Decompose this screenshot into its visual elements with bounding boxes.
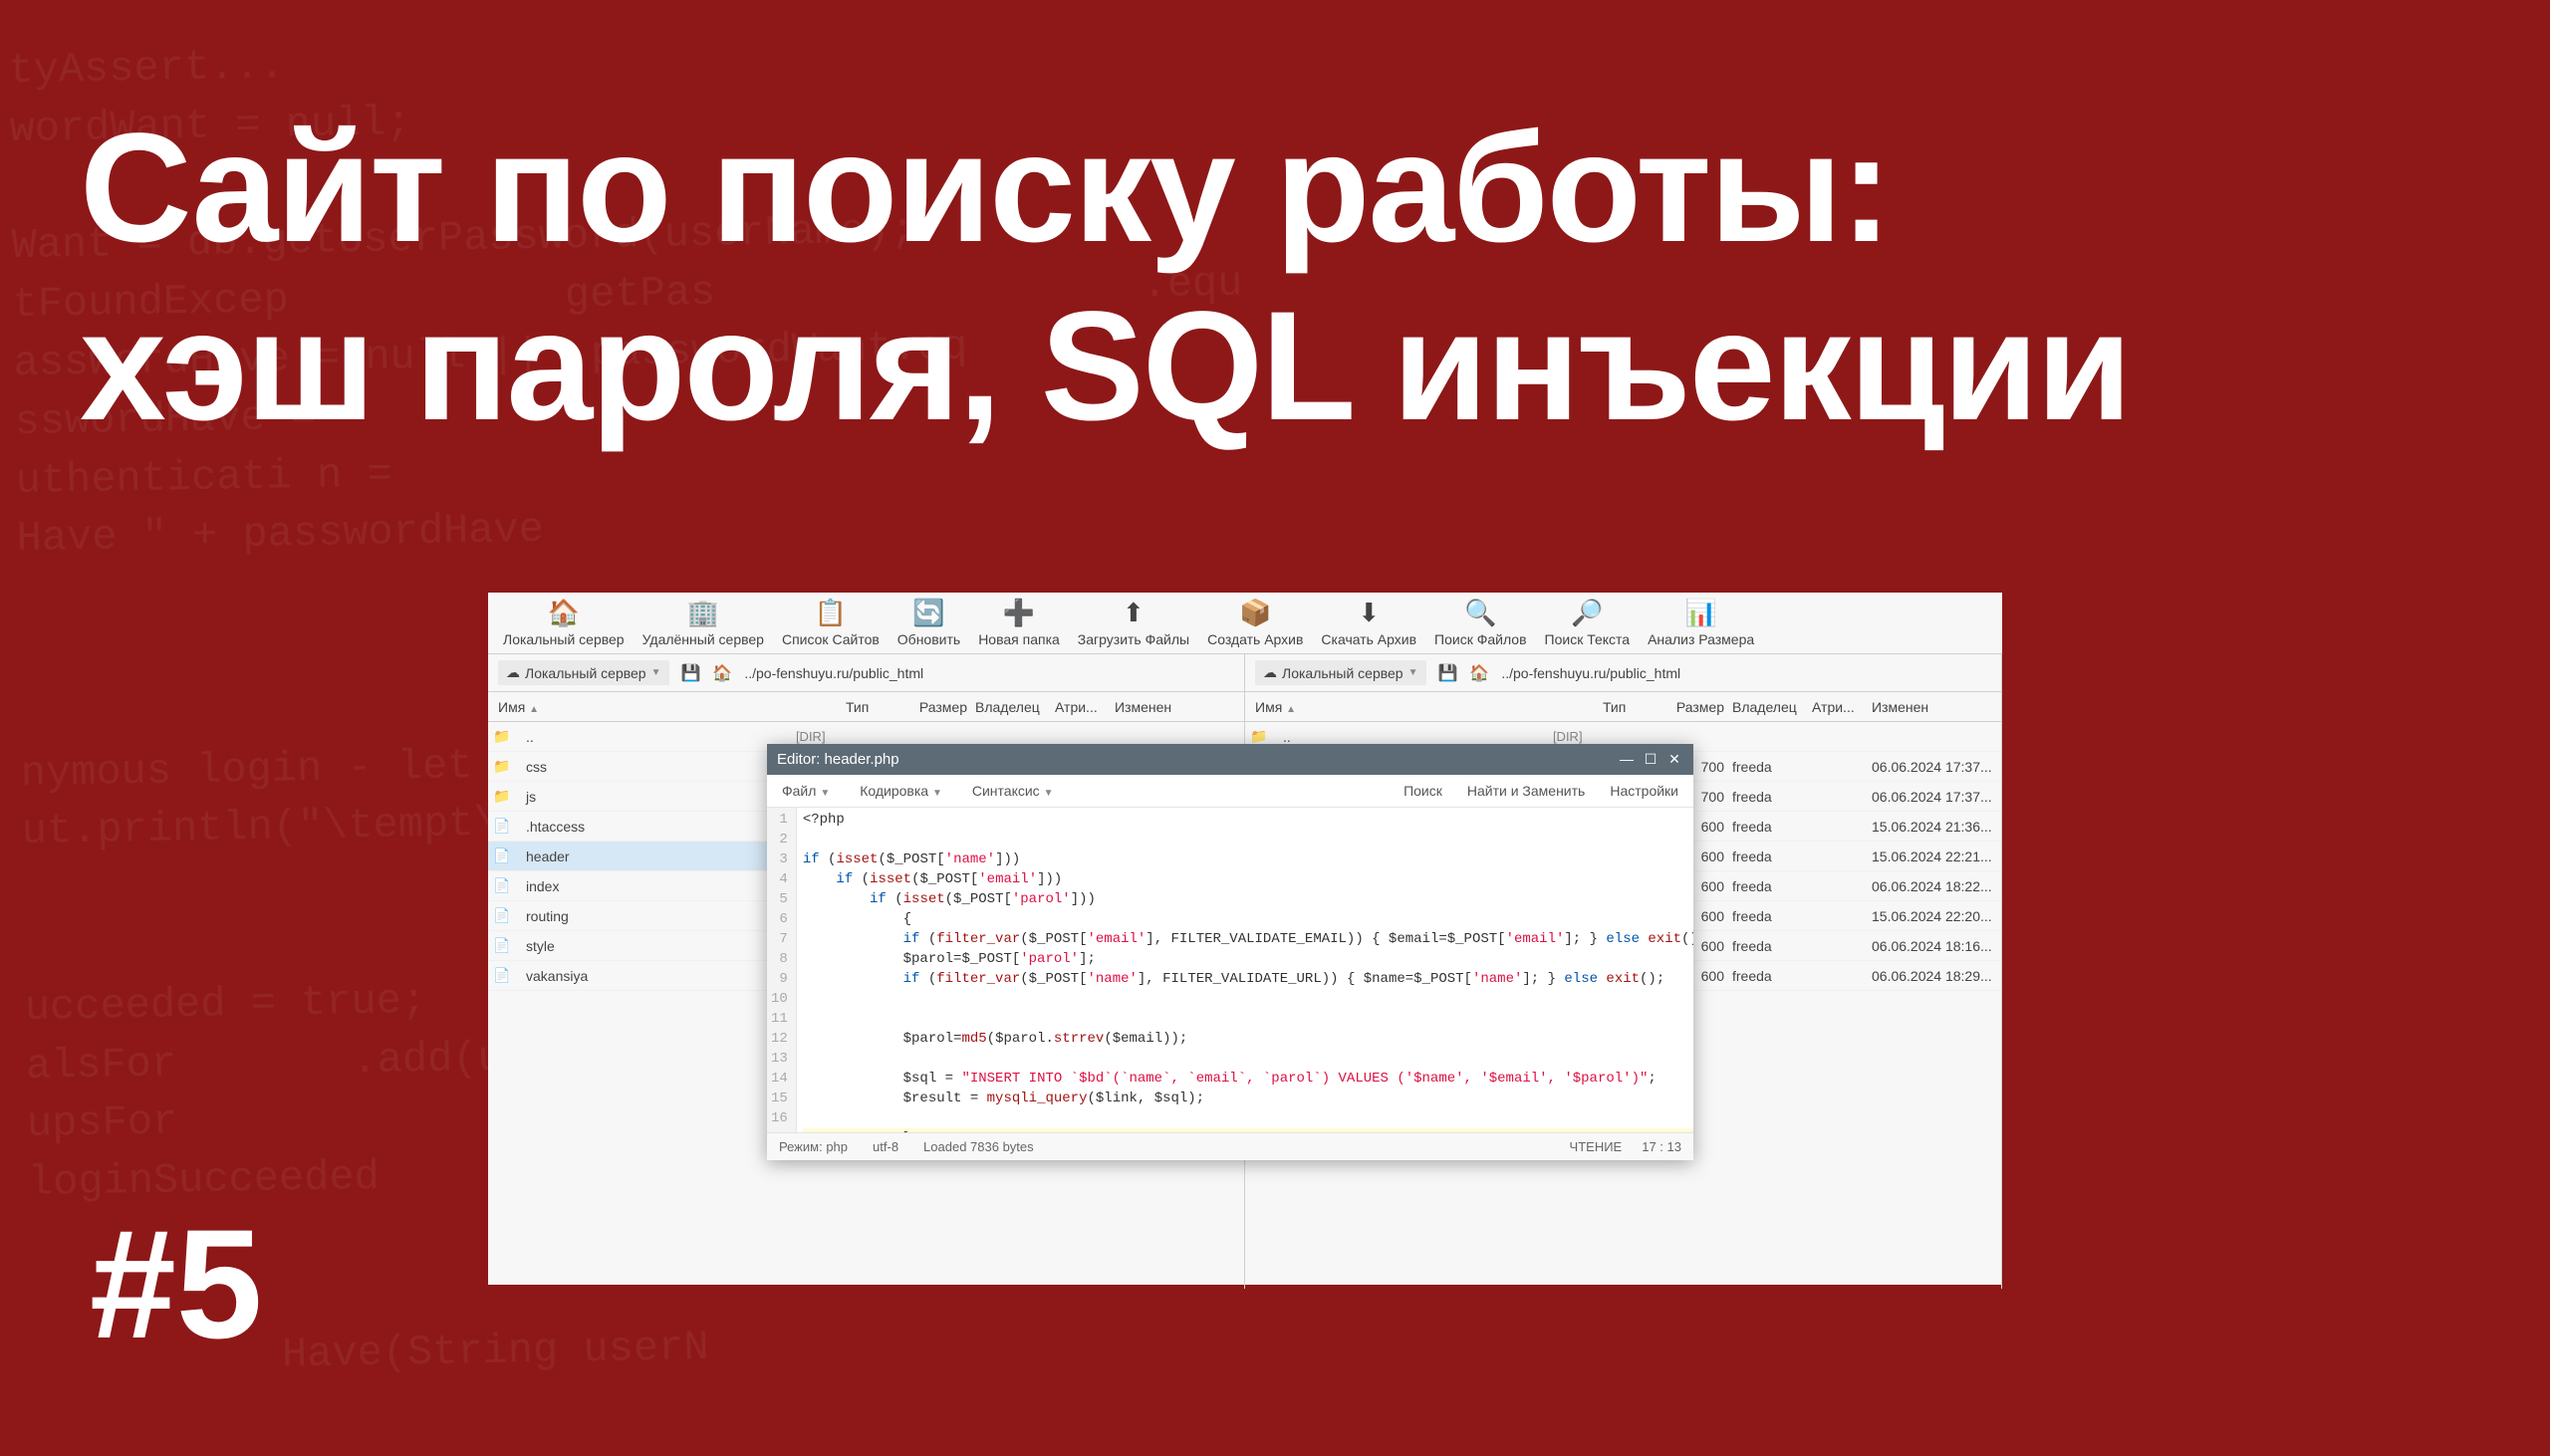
status-loaded: Loaded 7836 bytes — [923, 1139, 1034, 1154]
chart-icon: 📊 — [1685, 597, 1717, 628]
drive-icon[interactable]: 💾 — [681, 663, 701, 683]
editor-statusbar: Режим: php utf-8 Loaded 7836 bytes ЧТЕНИ… — [767, 1132, 1693, 1160]
menu-replace[interactable]: Найти и Заменить — [1467, 783, 1585, 799]
cloud-icon: ☁ — [506, 664, 520, 681]
file-icon: 📄 — [488, 848, 516, 864]
header-modified[interactable]: Изменен — [1872, 699, 2001, 715]
header-attr[interactable]: Атри... — [1812, 699, 1872, 715]
header-size[interactable]: Размер — [905, 699, 975, 715]
header-name[interactable]: Имя ▲ — [1245, 699, 1603, 715]
editor-menu: Файл ▼ Кодировка ▼ Синтаксис ▼ Поиск Най… — [767, 775, 1693, 808]
tool-local-server[interactable]: 🏠Локальный сервер — [503, 597, 625, 647]
title-line-1: Сайт по поиску работы: — [80, 100, 2470, 278]
status-encoding: utf-8 — [873, 1139, 898, 1154]
header-owner[interactable]: Владелец — [1732, 699, 1812, 715]
status-mode: Режим: php — [779, 1139, 848, 1154]
search-text-icon: 🔎 — [1571, 597, 1603, 628]
menu-encoding[interactable]: Кодировка ▼ — [860, 783, 942, 799]
home-path-icon[interactable]: 🏠 — [712, 663, 732, 683]
tool-create-archive[interactable]: 📦Создать Архив — [1207, 597, 1303, 647]
file-icon: 📄 — [488, 967, 516, 984]
home-icon: 🏠 — [548, 597, 580, 628]
folder-icon: 📁 — [488, 758, 516, 775]
download-icon: ⬇ — [1353, 597, 1385, 628]
editor-window: Editor: header.php — ☐ ✕ Файл ▼ Кодировк… — [767, 744, 1693, 1160]
menu-file[interactable]: Файл ▼ — [782, 783, 830, 799]
close-icon[interactable]: ✕ — [1665, 751, 1683, 768]
tool-download-archive[interactable]: ⬇Скачать Архив — [1321, 597, 1416, 647]
header-attr[interactable]: Атри... — [1055, 699, 1115, 715]
folder-icon: 📁 — [488, 788, 516, 805]
chevron-down-icon: ▼ — [651, 667, 661, 678]
left-pane-path: ☁ Локальный сервер ▼ 💾 🏠 ../po-fenshuyu.… — [488, 654, 1245, 692]
file-icon: 📄 — [488, 907, 516, 924]
drive-icon[interactable]: 💾 — [1438, 663, 1458, 683]
building-icon: 🏢 — [687, 597, 719, 628]
file-manager-window: 🏠Локальный сервер 🏢Удалённый сервер 📋Спи… — [488, 593, 2002, 1285]
search-icon: 🔍 — [1464, 597, 1496, 628]
status-cursor-pos: 17 : 13 — [1642, 1139, 1681, 1154]
left-headers: Имя ▲ Тип Размер Владелец Атри... Измене… — [488, 692, 1245, 722]
folder-icon: 📁 — [488, 728, 516, 745]
header-owner[interactable]: Владелец — [975, 699, 1055, 715]
file-icon: 📄 — [488, 877, 516, 894]
right-pane-path: ☁ Локальный сервер ▼ 💾 🏠 ../po-fenshuyu.… — [1245, 654, 2002, 692]
maximize-icon[interactable]: ☐ — [1642, 751, 1659, 768]
code-area[interactable]: 1 2 3 4 5 6 7 8 9 10 11 12 13 14 15 16 1… — [767, 808, 1693, 1132]
code-content[interactable]: <?php if (isset($_POST['name'])) if (iss… — [797, 808, 1693, 1132]
menu-syntax[interactable]: Синтаксис ▼ — [972, 783, 1054, 799]
file-icon: 📄 — [488, 937, 516, 954]
cloud-icon: ☁ — [1263, 664, 1277, 681]
left-path-text[interactable]: ../po-fenshuyu.ru/public_html — [744, 665, 923, 681]
file-icon: 📄 — [488, 818, 516, 835]
main-title: Сайт по поиску работы: хэш пароля, SQL и… — [80, 100, 2470, 457]
right-path-text[interactable]: ../po-fenshuyu.ru/public_html — [1501, 665, 1680, 681]
tool-site-list[interactable]: 📋Список Сайтов — [782, 597, 880, 647]
refresh-icon: 🔄 — [912, 597, 944, 628]
left-server-dropdown[interactable]: ☁ Локальный сервер ▼ — [498, 660, 669, 685]
toolbar: 🏠Локальный сервер 🏢Удалённый сервер 📋Спи… — [488, 593, 2002, 654]
tool-new-folder[interactable]: ➕Новая папка — [978, 597, 1060, 647]
tool-remote-server[interactable]: 🏢Удалённый сервер — [642, 597, 764, 647]
chevron-down-icon: ▼ — [1408, 667, 1418, 678]
tool-size-analysis[interactable]: 📊Анализ Размера — [1648, 597, 1754, 647]
title-line-2: хэш пароля, SQL инъекции — [80, 278, 2470, 456]
upload-icon: ⬆ — [1118, 597, 1149, 628]
tool-search-text[interactable]: 🔎Поиск Текста — [1545, 597, 1631, 647]
editor-titlebar[interactable]: Editor: header.php — ☐ ✕ — [767, 744, 1693, 775]
tool-search-files[interactable]: 🔍Поиск Файлов — [1434, 597, 1526, 647]
folder-icon: 📁 — [1245, 728, 1273, 745]
episode-number: #5 — [90, 1196, 263, 1374]
header-size[interactable]: Размер — [1662, 699, 1732, 715]
header-type[interactable]: Тип — [846, 699, 905, 715]
right-headers: Имя ▲ Тип Размер Владелец Атри... Измене… — [1245, 692, 2002, 722]
line-gutter: 1 2 3 4 5 6 7 8 9 10 11 12 13 14 15 16 1… — [767, 808, 797, 1132]
tool-upload[interactable]: ⬆Загрузить Файлы — [1078, 597, 1189, 647]
header-type[interactable]: Тип — [1603, 699, 1662, 715]
column-headers: Имя ▲ Тип Размер Владелец Атри... Измене… — [488, 692, 2002, 722]
editor-title-text: Editor: header.php — [777, 751, 1618, 768]
menu-search[interactable]: Поиск — [1403, 783, 1442, 799]
status-read-mode: ЧТЕНИЕ — [1570, 1139, 1623, 1154]
pane-path-bar: ☁ Локальный сервер ▼ 💾 🏠 ../po-fenshuyu.… — [488, 654, 2002, 692]
tool-refresh[interactable]: 🔄Обновить — [897, 597, 960, 647]
add-folder-icon: ➕ — [1003, 597, 1035, 628]
home-path-icon[interactable]: 🏠 — [1469, 663, 1489, 683]
list-icon: 📋 — [815, 597, 847, 628]
menu-settings[interactable]: Настройки — [1610, 783, 1678, 799]
right-server-dropdown[interactable]: ☁ Локальный сервер ▼ — [1255, 660, 1426, 685]
minimize-icon[interactable]: — — [1618, 751, 1636, 768]
archive-icon: 📦 — [1239, 597, 1271, 628]
header-name[interactable]: Имя ▲ — [488, 699, 846, 715]
header-modified[interactable]: Изменен — [1115, 699, 1244, 715]
